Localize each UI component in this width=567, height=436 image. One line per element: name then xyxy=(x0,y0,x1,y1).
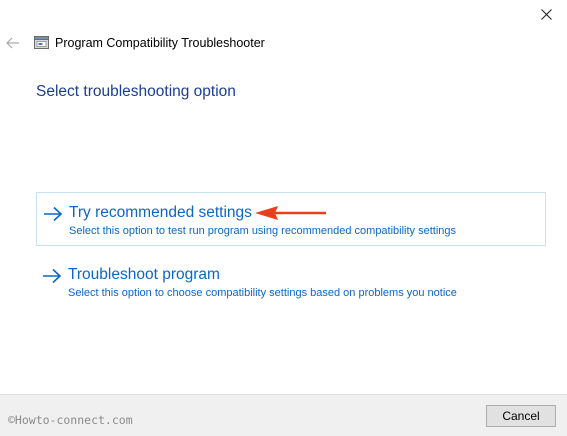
troubleshooter-window: Program Compatibility Troubleshooter Sel… xyxy=(0,0,567,436)
navigation-row: Program Compatibility Troubleshooter xyxy=(0,30,567,56)
arrow-right-icon xyxy=(43,268,62,284)
option-troubleshoot-program[interactable]: Troubleshoot program Select this option … xyxy=(36,255,546,309)
page-heading: Select troubleshooting option xyxy=(36,83,236,100)
title-bar xyxy=(0,0,567,30)
option-description: Select this option to choose compatibili… xyxy=(68,287,457,299)
watermark: ©Howto-connect.com xyxy=(8,413,133,427)
footer-bar: ©Howto-connect.com Cancel xyxy=(0,394,567,436)
back-button[interactable] xyxy=(2,33,24,53)
troubleshooter-icon xyxy=(34,36,49,49)
back-arrow-icon xyxy=(6,37,19,49)
option-title: Troubleshoot program xyxy=(68,266,220,283)
red-pointer-arrow-icon xyxy=(255,206,326,220)
option-title: Try recommended settings xyxy=(69,204,252,221)
option-description: Select this option to test run program u… xyxy=(69,225,457,237)
window-title: Program Compatibility Troubleshooter xyxy=(55,36,265,50)
cancel-button[interactable]: Cancel xyxy=(486,405,556,427)
close-button[interactable] xyxy=(525,0,567,28)
close-icon xyxy=(540,8,552,20)
arrow-right-icon xyxy=(44,206,63,222)
